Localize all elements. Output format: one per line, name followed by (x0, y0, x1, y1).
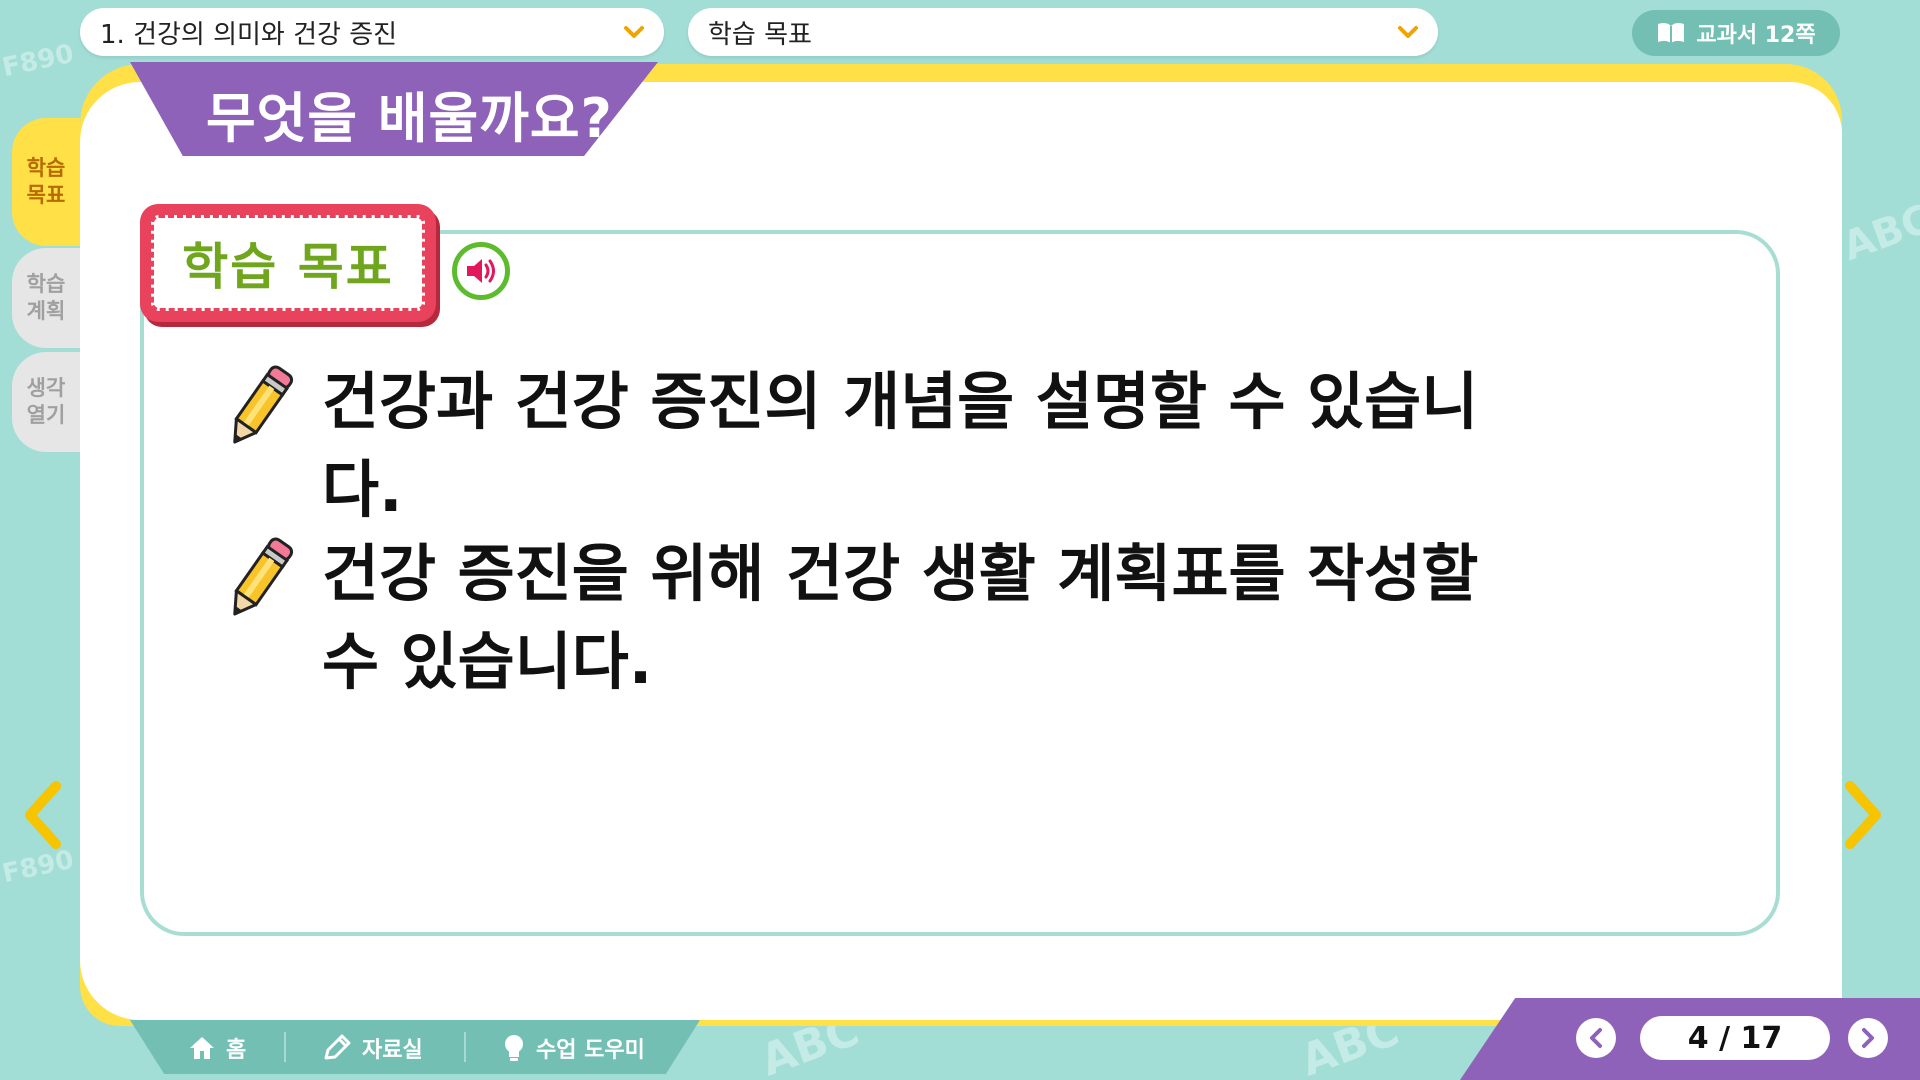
side-tab-label: 학습 (26, 156, 66, 180)
home-label: 홈 (226, 1038, 247, 1063)
audio-play-button[interactable] (452, 242, 510, 300)
side-tab-open-thinking[interactable]: 생각열기 (12, 352, 80, 452)
section-dropdown-value: 학습 목표 (708, 19, 812, 50)
goal-badge-label: 학습 목표 (151, 215, 425, 311)
pencil-icon (233, 365, 294, 444)
chevron-left-icon (1590, 1028, 1602, 1048)
class-helper-label: 수업 도우미 (536, 1038, 645, 1063)
next-slide-arrow-icon[interactable] (1842, 780, 1886, 850)
background-doodle: ABC (1836, 195, 1920, 271)
previous-page-button[interactable] (1576, 1018, 1616, 1058)
page-indicator: 4 / 17 (1640, 1016, 1830, 1060)
home-button[interactable]: 홈 (188, 1028, 246, 1068)
chevron-down-icon (624, 26, 644, 38)
pencil-icon (233, 537, 294, 616)
class-helper-button[interactable]: 수업 도우미 (502, 1028, 645, 1068)
lightbulb-icon (505, 1035, 523, 1061)
edit-icon (324, 1034, 351, 1060)
goal-item: 건강 증진을 위해 건강 생활 계획표를 작성할 수 있습니다. (222, 530, 1522, 706)
side-tab-learning-goals[interactable]: 학습목표 (12, 118, 80, 246)
chevron-right-icon (1862, 1028, 1874, 1048)
toolbar-divider (284, 1032, 286, 1062)
previous-slide-arrow-icon[interactable] (20, 780, 64, 850)
page-title: 무엇을 배울까요? (206, 87, 613, 150)
toolbar-divider (464, 1032, 466, 1062)
next-page-button[interactable] (1848, 1018, 1888, 1058)
home-icon (190, 1037, 214, 1059)
resources-label: 자료실 (362, 1038, 423, 1063)
book-icon (1658, 22, 1685, 43)
goal-item: 건강과 건강 증진의 개념을 설명할 수 있습니다. (222, 358, 1522, 534)
goal-text: 건강 증진을 위해 건강 생활 계획표를 작성할 수 있습니다. (322, 537, 1479, 698)
side-tab-label: 계획 (26, 299, 66, 323)
goal-badge: 학습 목표 (140, 204, 436, 322)
chevron-down-icon (1398, 26, 1418, 38)
background-doodle: F890 (0, 844, 77, 890)
textbook-page-label: 교과서 12쪽 (1696, 23, 1816, 48)
goal-text: 건강과 건강 증진의 개념을 설명할 수 있습니다. (322, 365, 1479, 526)
speaker-icon (467, 259, 495, 283)
section-dropdown[interactable]: 학습 목표 (688, 8, 1438, 56)
resources-button[interactable]: 자료실 (322, 1028, 423, 1068)
chapter-dropdown-value: 1. 건강의 의미와 건강 증진 (100, 19, 398, 50)
side-tab-label: 목표 (26, 183, 66, 207)
side-tab-learning-plan[interactable]: 학습계획 (12, 248, 80, 348)
side-tab-label: 생각 (26, 376, 66, 400)
side-tab-label: 열기 (26, 403, 66, 427)
background-doodle: F890 (0, 38, 77, 84)
side-tab-label: 학습 (26, 272, 66, 296)
textbook-page-button[interactable]: 교과서 12쪽 (1632, 10, 1840, 56)
chapter-dropdown[interactable]: 1. 건강의 의미와 건강 증진 (80, 8, 664, 56)
